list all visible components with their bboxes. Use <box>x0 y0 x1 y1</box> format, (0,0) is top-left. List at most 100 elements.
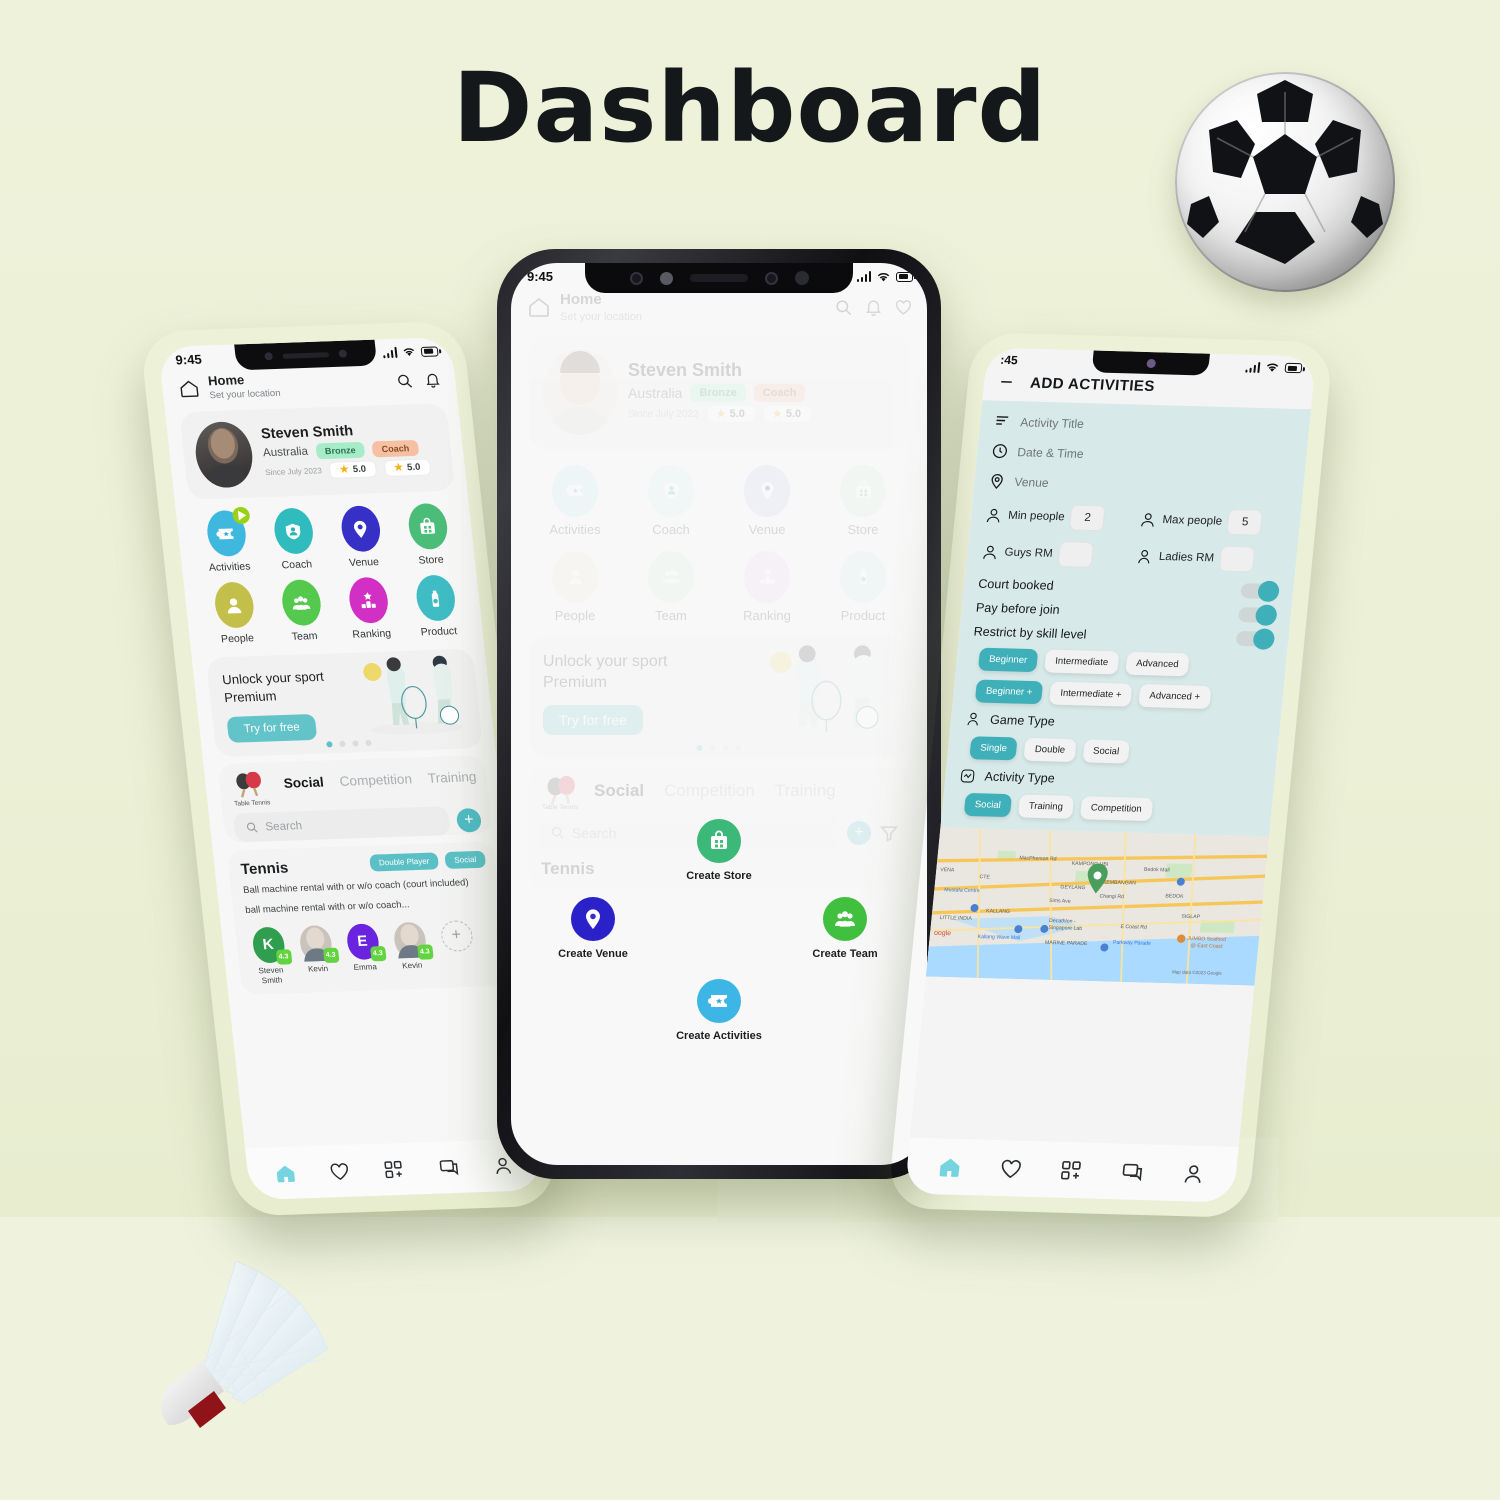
menu-item-store[interactable]: Store <box>391 503 465 568</box>
option-single[interactable]: Single <box>969 736 1019 761</box>
home-icon[interactable] <box>937 1155 962 1179</box>
tab-competition[interactable]: Competition <box>339 772 413 789</box>
menu-item-coach[interactable]: Coach <box>257 507 331 572</box>
promo-banner[interactable]: Unlock your sport Premium Try for free <box>205 648 484 758</box>
try-for-free-button[interactable]: Try for free <box>543 704 643 735</box>
tab-training[interactable]: Training <box>427 769 477 786</box>
tab-competition[interactable]: Competition <box>664 781 755 801</box>
ladies-rm-field[interactable]: Ladies RM <box>1135 543 1284 573</box>
option-advanced[interactable]: Advanced <box>1125 651 1190 677</box>
toggle-switch[interactable] <box>1240 580 1281 603</box>
try-for-free-button[interactable]: Try for free <box>226 714 318 744</box>
create-team-item[interactable]: Create Team <box>785 897 905 960</box>
carousel-dot[interactable] <box>365 740 372 747</box>
option-social[interactable]: Social <box>963 792 1012 818</box>
ladies-rm-value[interactable] <box>1218 545 1256 573</box>
field-activity-title[interactable]: Activity Title <box>994 413 1296 438</box>
create-activities-item[interactable]: Create Activities <box>659 979 779 1042</box>
carousel-dot[interactable] <box>709 744 716 751</box>
field-date-time[interactable]: Date & Time <box>991 442 1293 467</box>
heart-icon[interactable] <box>894 298 913 317</box>
back-arrow-icon[interactable] <box>997 373 1017 391</box>
add-participant[interactable]: + <box>436 919 477 952</box>
option-intermediate[interactable]: Intermediate <box>1044 649 1120 675</box>
carousel-dot[interactable] <box>735 744 742 751</box>
min-people-value[interactable]: 2 <box>1069 504 1106 532</box>
profile-icon[interactable] <box>1181 1162 1206 1186</box>
promo-line2: Premium <box>543 674 608 692</box>
search-icon[interactable] <box>834 298 853 317</box>
menu-item-ranking[interactable]: Ranking <box>332 577 406 642</box>
option-intermediate[interactable]: Intermediate + <box>1049 681 1133 707</box>
guys-rm-field[interactable]: Guys RM <box>980 539 1129 569</box>
tab-social[interactable]: Social <box>283 775 324 791</box>
home-icon[interactable] <box>527 295 551 319</box>
option-beginner[interactable]: Beginner <box>977 647 1039 673</box>
carousel-dots[interactable] <box>696 744 742 751</box>
promo-banner[interactable]: Unlock your sport Premium Try for free <box>529 636 909 757</box>
menu-item-activities[interactable]: Activities <box>190 506 264 575</box>
create-store-item[interactable]: Create Store <box>659 819 779 882</box>
participant[interactable]: K 4.3 Steven Smith <box>247 926 292 986</box>
menu-item-activities[interactable]: Activities <box>527 464 623 537</box>
carousel-dot[interactable] <box>326 741 333 748</box>
bell-icon[interactable] <box>423 371 442 388</box>
menu-item-product[interactable]: Product <box>815 550 911 623</box>
home-icon[interactable] <box>178 378 201 400</box>
profile-card[interactable]: Steven Smith Australia Bronze Coach Sinc… <box>529 334 909 449</box>
heart-icon[interactable] <box>998 1157 1023 1181</box>
carousel-dot[interactable] <box>696 744 703 751</box>
participant[interactable]: 4.3 Kevin <box>294 924 340 975</box>
option-training[interactable]: Training <box>1017 794 1075 819</box>
tab-social[interactable]: Social <box>594 781 644 801</box>
carousel-dots[interactable] <box>326 740 372 748</box>
menu-item-venue[interactable]: Venue <box>324 505 398 570</box>
carousel-dot[interactable] <box>352 740 359 747</box>
rating-badge: 4.3 <box>369 945 387 962</box>
option-social[interactable]: Social <box>1082 739 1131 764</box>
create-venue-item[interactable]: Create Venue <box>533 897 653 960</box>
bell-icon[interactable] <box>864 298 883 317</box>
option-double[interactable]: Double <box>1023 737 1077 763</box>
grid-plus-icon[interactable] <box>383 1158 406 1180</box>
carousel-dot[interactable] <box>722 744 729 751</box>
guys-rm-value[interactable] <box>1057 541 1094 568</box>
heart-icon[interactable] <box>328 1160 351 1182</box>
menu-item-team[interactable]: Team <box>265 579 339 644</box>
option-competition[interactable]: Competition <box>1079 796 1153 822</box>
shuttlecock-decoration <box>140 1255 350 1440</box>
grid-plus-icon[interactable] <box>1059 1158 1084 1182</box>
max-people-field[interactable]: Max people 5 <box>1138 506 1287 536</box>
sport-selector[interactable]: Table Tennis <box>539 775 581 811</box>
home-icon[interactable] <box>273 1162 296 1184</box>
participant[interactable]: E 4.3 Emma <box>341 923 387 973</box>
search-input[interactable]: Search <box>232 806 451 843</box>
sport-selector[interactable]: Table Tennis <box>228 771 273 808</box>
toggle-switch[interactable] <box>1235 628 1276 650</box>
menu-item-store[interactable]: Store <box>815 464 911 537</box>
field-venue[interactable]: Venue <box>988 472 1290 497</box>
chat-icon[interactable] <box>437 1156 460 1178</box>
store-bag-icon <box>711 830 727 849</box>
menu-item-ranking[interactable]: Ranking <box>719 550 815 623</box>
map-view[interactable]: MacPherson Rd KAMPONG UBI Bedok Mall KEM… <box>925 827 1270 986</box>
option-advanced[interactable]: Advanced + <box>1138 684 1212 709</box>
menu-item-product[interactable]: Product <box>399 574 473 639</box>
menu-item-venue[interactable]: Venue <box>719 464 815 537</box>
add-activity-button[interactable]: + <box>455 807 483 833</box>
max-people-value[interactable]: 5 <box>1226 508 1264 536</box>
menu-item-people[interactable]: People <box>527 550 623 623</box>
menu-item-team[interactable]: Team <box>623 550 719 623</box>
profile-card[interactable]: Steven Smith Australia Bronze Coach Sinc… <box>179 403 456 501</box>
chat-icon[interactable] <box>1120 1160 1145 1184</box>
carousel-dot[interactable] <box>339 741 346 748</box>
activity-card[interactable]: Double Player Social Tennis Ball machine… <box>226 841 509 995</box>
min-people-field[interactable]: Min people 2 <box>984 502 1133 532</box>
tab-training[interactable]: Training <box>775 781 836 801</box>
menu-item-coach[interactable]: Coach <box>623 464 719 537</box>
menu-item-people[interactable]: People <box>198 581 272 646</box>
option-beginner[interactable]: Beginner + <box>974 679 1044 705</box>
participant[interactable]: 4.3 Kevin <box>389 921 434 971</box>
search-icon[interactable] <box>395 372 414 389</box>
toggle-switch[interactable] <box>1237 604 1278 626</box>
